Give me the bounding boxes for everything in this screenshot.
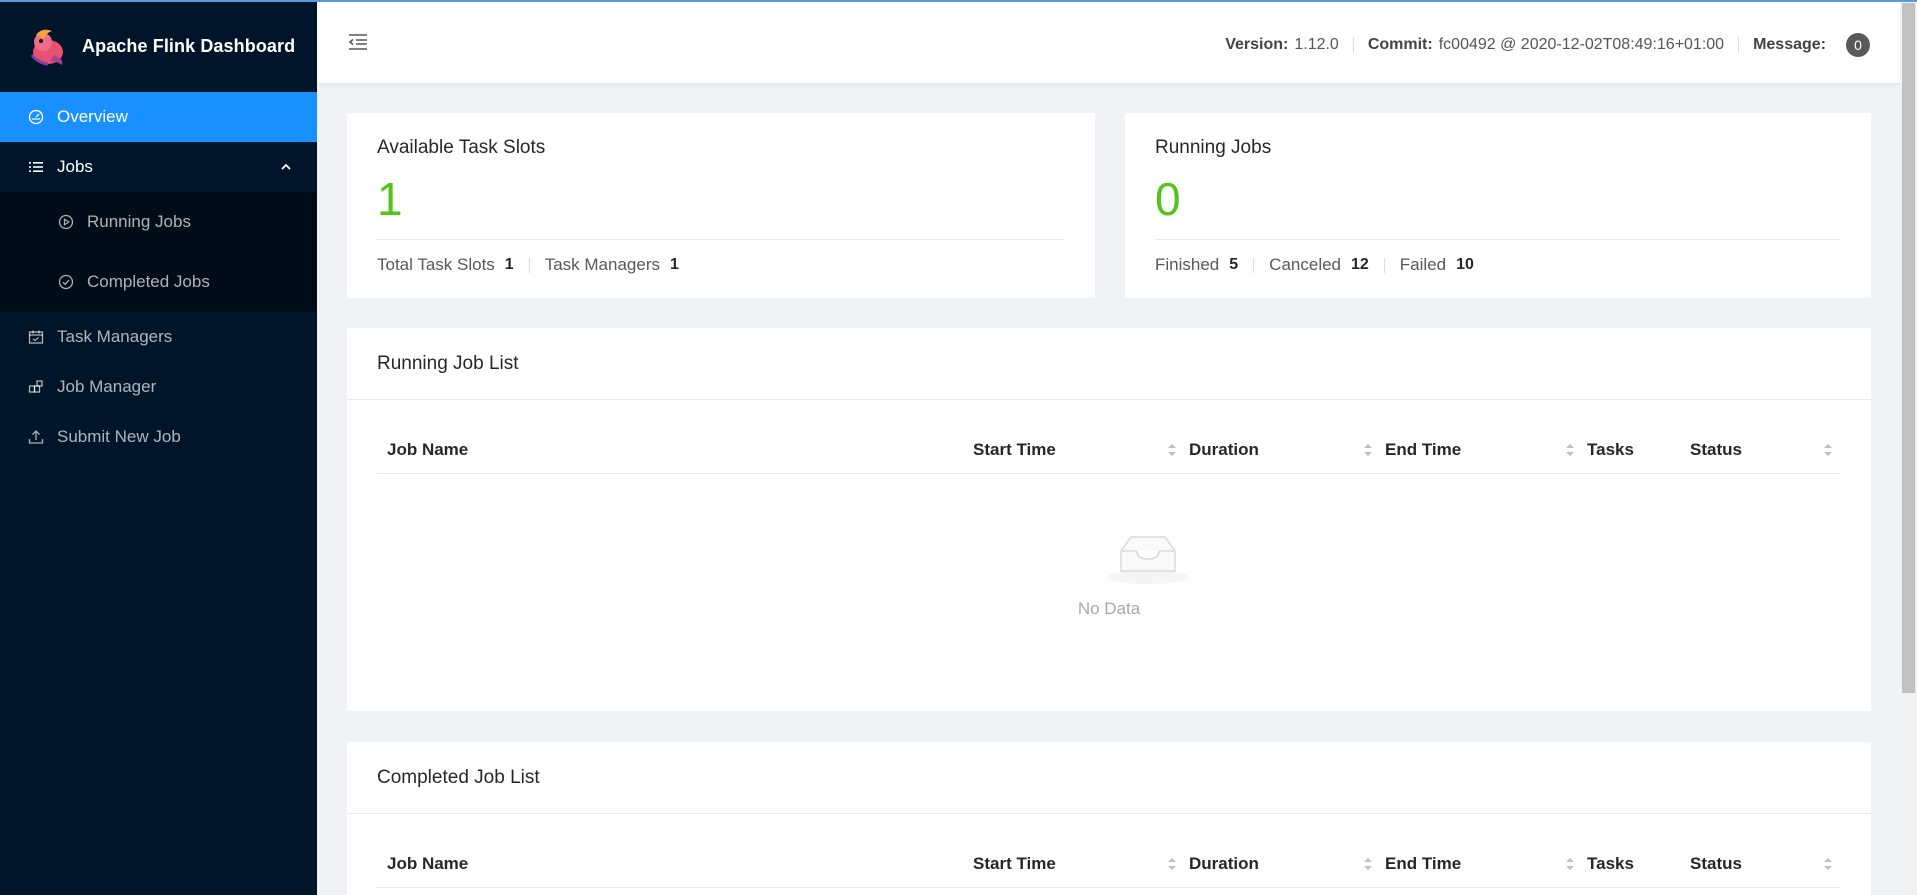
card-footer: Total Task Slots 1 Task Managers 1 [377, 255, 1065, 275]
column-header-job-name[interactable]: Job Name [387, 854, 468, 874]
header-info: Version: 1.12.0 Commit: fc00492 @ 2020-1… [1225, 33, 1870, 57]
running-jobs-value: 0 [1155, 173, 1181, 225]
divider [1352, 37, 1354, 53]
version-label: Version: [1225, 36, 1289, 53]
column-header-duration[interactable]: Duration [1189, 854, 1259, 874]
column-header-status[interactable]: Status [1690, 854, 1742, 874]
sidebar-item-job-manager[interactable]: Job Manager [0, 362, 317, 412]
column-header-start-time[interactable]: Start Time [973, 854, 1056, 874]
divider [1383, 257, 1385, 273]
build-icon [28, 379, 44, 395]
empty-state: No Data [377, 474, 1841, 710]
running-jobs-card: Running Jobs 0 Finished 5 Canceled 12 Fa… [1125, 113, 1871, 298]
sidebar-item-submit-new-job[interactable]: Submit New Job [0, 412, 317, 462]
sidebar-item-jobs[interactable]: Jobs [0, 142, 317, 192]
total-slots-label: Total Task Slots [377, 255, 495, 274]
sidebar-item-completed-jobs[interactable]: Completed Jobs [0, 252, 317, 312]
menu-fold-icon[interactable] [347, 32, 369, 52]
column-header-tasks: Tasks [1587, 854, 1634, 873]
empty-text: No Data [1077, 599, 1141, 618]
failed-value: 10 [1456, 256, 1474, 273]
sort-icon[interactable] [1823, 855, 1833, 873]
header: Version: 1.12.0 Commit: fc00492 @ 2020-1… [317, 0, 1900, 83]
play-circle-icon [58, 214, 74, 230]
sidebar-item-running-jobs[interactable]: Running Jobs [0, 192, 317, 252]
column-header-duration[interactable]: Duration [1189, 440, 1259, 460]
message-label[interactable]: Message: [1753, 36, 1826, 54]
sort-icon[interactable] [1167, 441, 1177, 459]
running-jobs-table: Job Name Start Time Duration End Time Ta… [377, 400, 1841, 710]
version-value: 1.12.0 [1294, 36, 1339, 53]
divider [377, 239, 1065, 240]
task-managers-value: 1 [669, 256, 679, 273]
list-icon [28, 159, 44, 175]
available-slots-value: 1 [377, 173, 403, 225]
sidebar-item-label: Running Jobs [87, 212, 191, 231]
schedule-icon [28, 329, 44, 345]
sidebar: Apache Flink Dashboard Overview Jobs Run… [0, 0, 317, 895]
completed-job-list-card: Completed Job List Job Name Start Time D… [347, 742, 1871, 895]
logo[interactable]: Apache Flink Dashboard [0, 0, 317, 92]
column-header-start-time[interactable]: Start Time [973, 440, 1056, 460]
app-title: Apache Flink Dashboard [82, 35, 296, 56]
card-footer: Finished 5 Canceled 12 Failed 10 [1155, 255, 1841, 275]
commit-value: fc00492 @ 2020-12-02T08:49:16+01:00 [1438, 36, 1725, 53]
sort-icon[interactable] [1565, 855, 1575, 873]
completed-jobs-table: Job Name Start Time Duration End Time Ta… [377, 814, 1841, 888]
column-header-job-name[interactable]: Job Name [387, 440, 468, 460]
message-count-badge[interactable]: 0 [1846, 33, 1870, 57]
page-scrollbar[interactable] [1900, 0, 1917, 895]
sidebar-item-label: Jobs [57, 157, 93, 176]
chevron-up-icon [281, 163, 291, 170]
finished-label: Finished [1155, 255, 1220, 274]
flink-logo-icon [30, 29, 63, 66]
sort-icon[interactable] [1167, 855, 1177, 873]
check-circle-icon [58, 274, 74, 290]
sidebar-item-label: Submit New Job [57, 427, 181, 446]
column-header-tasks: Tasks [1587, 440, 1634, 459]
divider [1155, 239, 1841, 240]
card-title: Running Jobs [1155, 137, 1272, 158]
divider [1738, 37, 1740, 53]
divider [528, 257, 530, 273]
dashboard-icon [28, 109, 44, 125]
top-accent-line [0, 0, 1917, 2]
card-header: Running Job List [347, 328, 1871, 400]
sort-icon[interactable] [1565, 441, 1575, 459]
canceled-label: Canceled [1269, 255, 1341, 274]
sidebar-item-overview[interactable]: Overview [0, 92, 317, 142]
column-header-end-time[interactable]: End Time [1385, 440, 1461, 460]
card-title: Completed Job List [377, 766, 540, 788]
sidebar-item-label: Task Managers [57, 327, 173, 346]
table-header: Job Name Start Time Duration End Time Ta… [377, 400, 1841, 474]
card-header: Completed Job List [347, 742, 1871, 814]
available-task-slots-card: Available Task Slots 1 Total Task Slots … [347, 113, 1095, 298]
table-header: Job Name Start Time Duration End Time Ta… [377, 814, 1841, 888]
sidebar-item-label: Overview [57, 107, 128, 126]
total-slots-value: 1 [504, 256, 514, 273]
inbox-empty-icon [1108, 536, 1188, 584]
sort-icon[interactable] [1363, 855, 1373, 873]
card-title: Available Task Slots [377, 137, 546, 158]
sidebar-item-label: Job Manager [57, 377, 157, 396]
running-job-list-card: Running Job List Job Name Start Time Dur… [347, 328, 1871, 711]
canceled-value: 12 [1351, 256, 1369, 273]
column-header-end-time[interactable]: End Time [1385, 854, 1461, 874]
scrollbar-thumb[interactable] [1902, 3, 1915, 693]
sidebar-item-task-managers[interactable]: Task Managers [0, 312, 317, 362]
upload-icon [28, 429, 44, 445]
sort-icon[interactable] [1823, 441, 1833, 459]
jobs-submenu: Running Jobs Completed Jobs [0, 192, 317, 312]
column-header-status[interactable]: Status [1690, 440, 1742, 460]
failed-label: Failed [1399, 255, 1447, 274]
sort-icon[interactable] [1363, 441, 1373, 459]
finished-value: 5 [1229, 256, 1239, 273]
task-managers-label: Task Managers [544, 255, 660, 274]
card-title: Running Job List [377, 352, 519, 374]
commit-label: Commit: [1367, 36, 1433, 53]
sidebar-item-label: Completed Jobs [87, 272, 210, 291]
divider [1253, 257, 1255, 273]
